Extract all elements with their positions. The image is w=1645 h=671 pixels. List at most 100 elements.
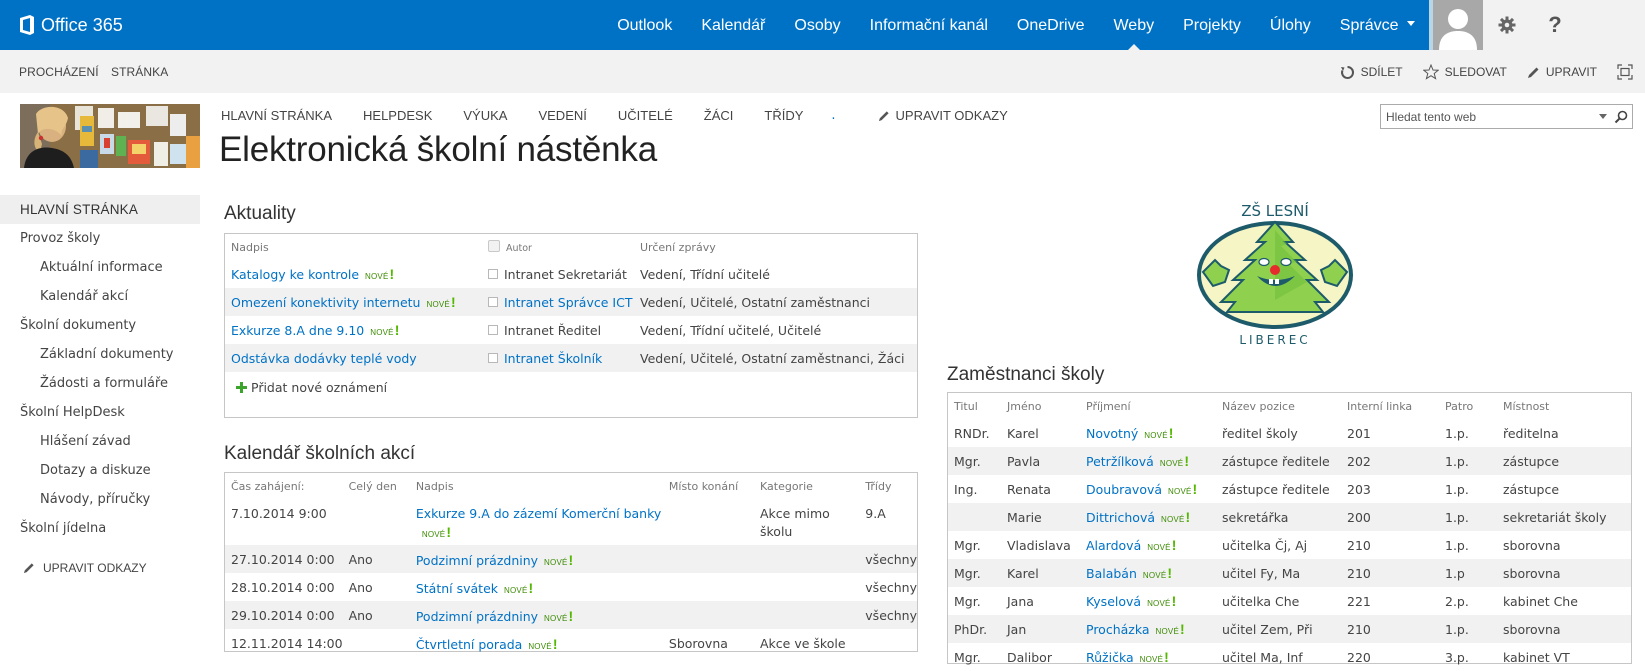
column-header-extension[interactable]: Interní linka	[1341, 393, 1439, 419]
staff-room-cell: sborovna	[1497, 559, 1631, 587]
event-title-link[interactable]: Čtvrtletní porada	[416, 637, 522, 652]
topnav-dot-link[interactable]: .	[831, 108, 835, 123]
suite-link-projects[interactable]: Projekty	[1169, 0, 1256, 50]
follow-button[interactable]: SLEDOVAT	[1422, 64, 1507, 80]
new-badge: NOVÉ!	[504, 580, 534, 596]
column-header-location[interactable]: Místo konání	[663, 473, 754, 499]
row-checkbox[interactable]	[488, 325, 498, 335]
staff-lastname-link[interactable]: Kyselová	[1086, 594, 1141, 609]
staff-lastname-link[interactable]: Procházka	[1086, 622, 1150, 637]
row-checkbox[interactable]	[488, 297, 498, 307]
leftnav-canteen[interactable]: Školní jídelna	[0, 514, 200, 543]
focus-content-button[interactable]	[1617, 64, 1633, 80]
column-header-classes[interactable]: Třídy	[859, 473, 917, 499]
event-title-link[interactable]: Podzimní prázdniny	[416, 609, 538, 624]
staff-title-cell	[948, 503, 1001, 531]
suite-link-people[interactable]: Osoby	[780, 0, 855, 50]
topnav-teaching[interactable]: VÝUKA	[463, 108, 507, 123]
topnav-home[interactable]: HLAVNÍ STRÁNKA	[221, 108, 332, 123]
table-row: PhDr. Jan Procházka NOVÉ! učitel Zem, Při 210…	[948, 615, 1631, 643]
column-header-lastname[interactable]: Příjmení	[1080, 393, 1216, 419]
staff-firstname-cell: Karel	[1007, 425, 1039, 441]
staff-lastname-link[interactable]: Doubravová	[1086, 482, 1162, 497]
suite-link-newsfeed[interactable]: Informační kanál	[855, 0, 1002, 50]
pencil-icon	[1527, 67, 1539, 78]
event-title-link[interactable]: Exkurze 9.A do zázemí Komerční banky	[416, 506, 661, 521]
share-button[interactable]: SDÍLET	[1340, 65, 1403, 80]
edit-links-label: UPRAVIT ODKAZY	[895, 108, 1008, 123]
column-header-title[interactable]: Titul	[948, 393, 1001, 419]
topnav-pupils[interactable]: ŽÁCI	[704, 108, 734, 123]
leftnav-home[interactable]: HLAVNÍ STRÁNKA	[0, 195, 200, 224]
topnav-management[interactable]: VEDENÍ	[538, 108, 586, 123]
classes-cell: všechny	[865, 580, 917, 595]
suite-link-calendar[interactable]: Kalendář	[687, 0, 780, 50]
row-checkbox[interactable]	[488, 269, 498, 279]
event-title-link[interactable]: Podzimní prázdniny	[416, 553, 538, 568]
leftnav-questions-discussion[interactable]: Dotazy a diskuze	[0, 456, 200, 485]
column-header-firstname[interactable]: Jméno	[1001, 393, 1080, 419]
suite-link-outlook[interactable]: Outlook	[603, 0, 687, 50]
topnav-classes[interactable]: TŘÍDY	[764, 108, 803, 123]
leftnav-requests-forms[interactable]: Žádosti a formuláře	[0, 369, 200, 398]
column-header-title[interactable]: Nadpis	[225, 234, 482, 260]
leftnav-helpdesk[interactable]: Školní HelpDesk	[0, 398, 200, 427]
topnav-teachers[interactable]: UČITELÉ	[618, 108, 673, 123]
topnav-helpdesk[interactable]: HELPDESK	[363, 108, 432, 123]
edit-button[interactable]: UPRAVIT	[1527, 65, 1597, 79]
announcement-title-link[interactable]: Exkurze 8.A dne 9.10	[231, 323, 364, 338]
topnav-edit-links[interactable]: UPRAVIT ODKAZY	[878, 108, 1008, 123]
staff-lastname-link[interactable]: Růžička	[1086, 650, 1134, 665]
suite-right-area: ?	[1429, 0, 1645, 50]
column-header-allday[interactable]: Celý den	[343, 473, 410, 499]
page-title: Elektronická školní nástěnka	[219, 130, 657, 169]
announcement-title-link[interactable]: Odstávka dodávky teplé vody	[231, 351, 417, 366]
new-badge: NOVÉ!	[1161, 509, 1191, 525]
staff-room-cell: sborovna	[1503, 537, 1561, 553]
add-announcement-link[interactable]: Přidat nové oznámení	[225, 372, 917, 402]
leftnav-current-info[interactable]: Aktuální informace	[0, 253, 200, 282]
staff-lastname-link[interactable]: Alardová	[1086, 538, 1141, 553]
author-link[interactable]: Intranet Školník	[504, 351, 602, 366]
column-header-floor[interactable]: Patro	[1439, 393, 1497, 419]
leftnav-edit-links[interactable]: UPRAVIT ODKAZY	[0, 561, 200, 575]
column-header-position[interactable]: Název pozice	[1216, 393, 1341, 419]
office365-brand[interactable]: Office 365	[19, 13, 123, 37]
suite-link-sites[interactable]: Weby	[1099, 0, 1169, 50]
suite-link-tasks[interactable]: Úlohy	[1255, 0, 1325, 50]
leftnav-school-operation[interactable]: Provoz školy	[0, 224, 200, 253]
author-link[interactable]: Intranet Správce ICT	[504, 295, 632, 310]
leftnav-basic-documents[interactable]: Základní dokumenty	[0, 340, 200, 369]
select-all-checkbox[interactable]	[488, 240, 500, 252]
staff-lastname-link[interactable]: Novotný	[1086, 426, 1138, 441]
location-cell	[663, 499, 754, 545]
row-checkbox[interactable]	[488, 353, 498, 363]
suite-link-admin[interactable]: Správce	[1325, 0, 1429, 50]
announcement-title-link[interactable]: Omezení konektivity internetu	[231, 295, 420, 310]
staff-lastname-link[interactable]: Petržílková	[1086, 454, 1154, 469]
column-header-start[interactable]: Čas zahájení:	[225, 473, 343, 499]
leftnav-event-calendar[interactable]: Kalendář akcí	[0, 282, 200, 311]
column-header-audience[interactable]: Určení zprávy	[634, 234, 917, 260]
column-header-category[interactable]: Kategorie	[754, 473, 859, 499]
tab-browse[interactable]: PROCHÁZENÍ	[19, 65, 99, 79]
staff-lastname-link[interactable]: Balabán	[1086, 566, 1137, 581]
suite-link-onedrive[interactable]: OneDrive	[1002, 0, 1099, 50]
column-header-room[interactable]: Místnost	[1497, 393, 1631, 419]
search-button[interactable]	[1610, 110, 1632, 124]
tab-page[interactable]: STRÁNKA	[111, 65, 168, 79]
site-logo-image[interactable]	[20, 104, 200, 168]
column-header-title[interactable]: Nadpis	[410, 473, 663, 499]
leftnav-manuals[interactable]: Návody, příručky	[0, 485, 200, 514]
event-title-link[interactable]: Státní svátek	[416, 581, 498, 596]
search-input[interactable]	[1381, 105, 1596, 128]
help-button[interactable]: ?	[1531, 0, 1579, 50]
announcement-title-link[interactable]: Katalogy ke kontrole	[231, 267, 359, 282]
leftnav-school-documents[interactable]: Školní dokumenty	[0, 311, 200, 340]
avatar[interactable]	[1433, 0, 1483, 50]
column-header-author[interactable]: Autor	[482, 234, 634, 260]
staff-lastname-link[interactable]: Dittrichová	[1086, 510, 1155, 525]
leftnav-fault-reports[interactable]: Hlášení závad	[0, 427, 200, 456]
settings-button[interactable]	[1483, 0, 1531, 50]
search-scope-dropdown[interactable]	[1596, 114, 1610, 119]
